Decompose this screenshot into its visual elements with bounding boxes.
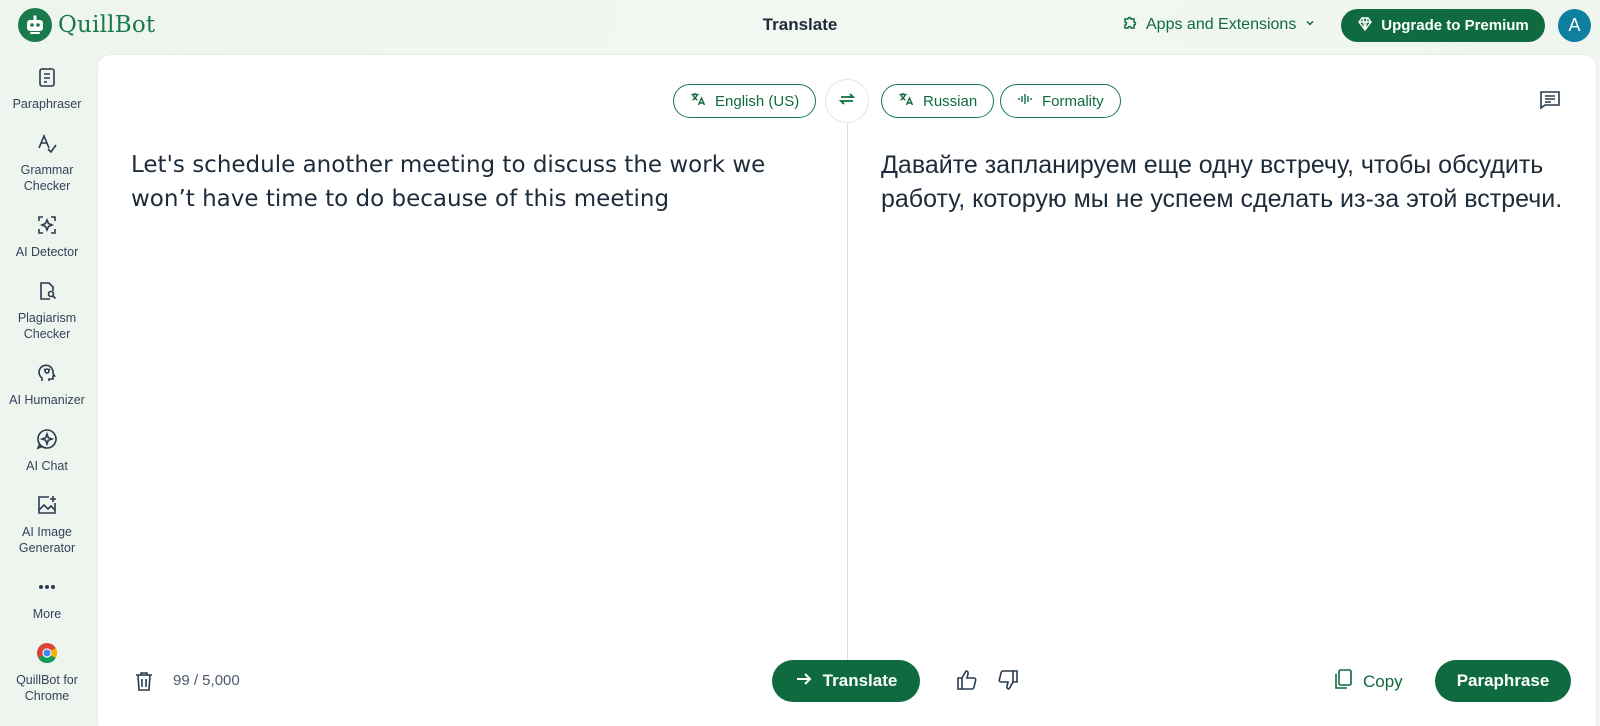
translate-icon (898, 91, 914, 111)
copy-icon (1333, 668, 1353, 695)
plagiarism-checker-icon (34, 278, 60, 304)
sidebar-label: AI Humanizer (9, 393, 85, 407)
copy-label: Copy (1363, 671, 1403, 691)
swap-languages-button[interactable] (825, 79, 869, 123)
ai-humanizer-icon (34, 360, 60, 386)
sidebar-label: Grammar Checker (20, 163, 74, 193)
apps-and-extensions-menu[interactable]: Apps and Extensions (1122, 14, 1316, 35)
sidebar-label: AI Image Generator (18, 525, 76, 555)
source-text-input[interactable]: Let's schedule another meeting to discus… (131, 148, 821, 216)
target-language-label: Russian (923, 92, 978, 110)
swap-arrows-icon (836, 88, 858, 115)
sidebar-item-ai-chat[interactable]: AI Chat (0, 426, 94, 474)
sidebar-item-paraphraser[interactable]: Paraphraser (0, 64, 94, 112)
chrome-icon (34, 640, 60, 666)
formality-selector[interactable]: Formality (1000, 84, 1121, 118)
thumbs-down-icon[interactable] (996, 668, 1020, 697)
panel-divider (847, 120, 848, 682)
upgrade-to-premium-button[interactable]: Upgrade to Premium (1341, 9, 1545, 42)
sidebar-item-ai-detector[interactable]: AI Detector (0, 212, 94, 260)
formality-label: Formality (1042, 92, 1104, 110)
sidebar-label: More (32, 607, 62, 621)
logo-text: QuillBot (58, 12, 156, 38)
puzzle-icon (1122, 14, 1138, 35)
translate-button[interactable]: Translate (772, 660, 920, 702)
comment-icon[interactable] (1538, 88, 1562, 117)
ai-image-generator-icon (34, 492, 60, 518)
more-icon (34, 574, 60, 600)
sidebar-label: Plagiarism Checker (17, 311, 77, 341)
sidebar-item-grammar-checker[interactable]: Grammar Checker (0, 130, 94, 194)
sidebar-item-ai-humanizer[interactable]: AI Humanizer (0, 360, 94, 408)
sidebar-item-more[interactable]: More (0, 574, 94, 622)
arrow-right-icon (795, 670, 813, 693)
user-avatar[interactable]: A (1558, 9, 1591, 42)
sidebar-item-quillbot-for-chrome[interactable]: QuillBot for Chrome (0, 640, 94, 704)
sidebar-label: Paraphraser (12, 97, 82, 111)
sound-wave-icon (1017, 91, 1033, 111)
chevron-down-icon (1304, 16, 1316, 34)
thumbs-up-icon[interactable] (955, 668, 979, 697)
sidebar-item-plagiarism-checker[interactable]: Plagiarism Checker (0, 278, 94, 342)
source-language-selector[interactable]: English (US) (673, 84, 817, 118)
sidebar-label: AI Detector (15, 245, 79, 259)
character-counter: 99 / 5,000 (173, 672, 240, 689)
paraphrase-button[interactable]: Paraphrase (1435, 660, 1571, 702)
sidebar-label: QuillBot for Chrome (16, 673, 78, 703)
paraphraser-icon (34, 64, 60, 90)
sidebar-label: AI Chat (26, 459, 68, 473)
ai-detector-icon (34, 212, 60, 238)
ai-chat-icon (34, 426, 60, 452)
grammar-checker-icon (34, 130, 60, 156)
apps-and-extensions-label: Apps and Extensions (1146, 15, 1297, 33)
translate-icon (690, 91, 706, 111)
source-language-label: English (US) (715, 92, 800, 110)
translate-button-label: Translate (822, 671, 898, 690)
sidebar-item-ai-image-generator[interactable]: AI Image Generator (0, 492, 94, 556)
upgrade-label: Upgrade to Premium (1381, 17, 1529, 34)
quillbot-logo-icon (18, 8, 52, 42)
copy-button[interactable]: Copy (1333, 668, 1403, 695)
header: QuillBot Translate Apps and Extensions U… (0, 0, 1600, 50)
trash-icon[interactable] (134, 670, 154, 697)
quillbot-logo[interactable]: QuillBot (18, 8, 155, 42)
target-language-selector[interactable]: Russian (881, 84, 995, 118)
diamond-icon (1357, 16, 1373, 36)
translated-text-output: Давайте запланируем еще одну встречу, чт… (881, 151, 1563, 213)
